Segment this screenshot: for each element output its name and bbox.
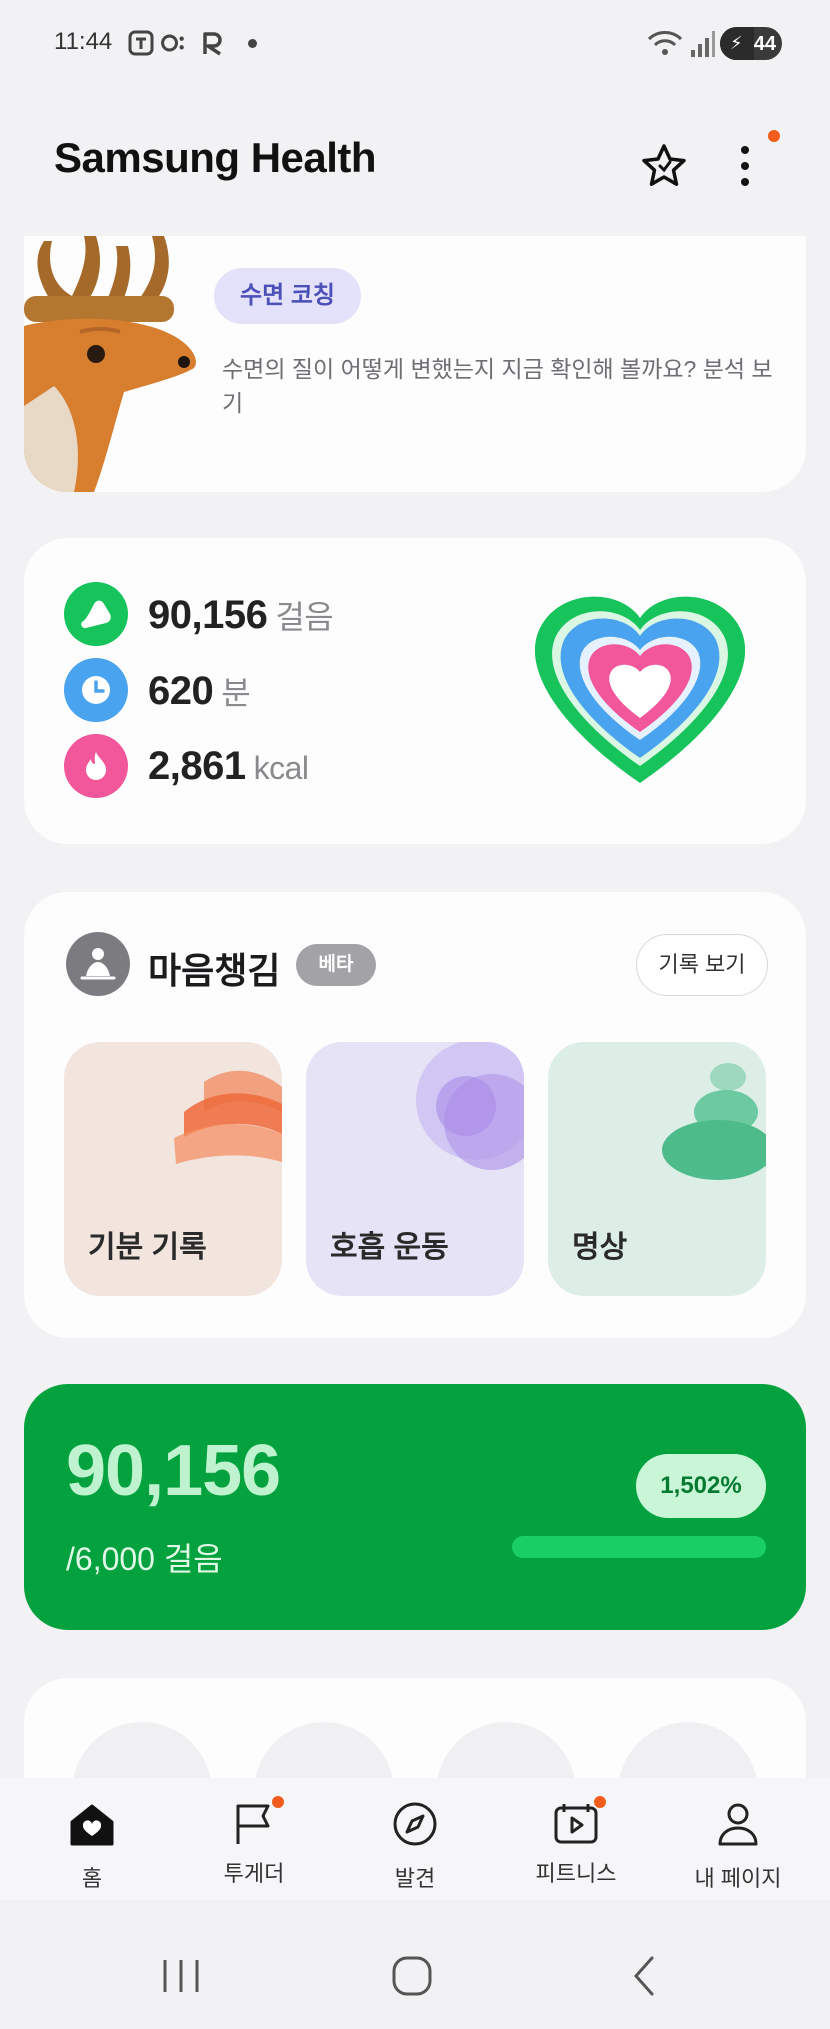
sleep-coaching-card[interactable]: 수면 코칭 수면의 질이 어떻게 변했는지 지금 확인해 볼까요? 분석 보기 <box>24 236 806 492</box>
mood-log-tile[interactable]: 기분 기록 <box>64 1042 282 1296</box>
nav-fitness-label: 피트니스 <box>535 1861 617 1886</box>
meditation-label: 명상 <box>572 1231 628 1264</box>
sleep-coaching-pill: 수면 코칭 <box>214 268 361 324</box>
deer-illustration <box>24 236 196 492</box>
notification-dot <box>248 39 257 48</box>
signal-icon <box>691 31 715 57</box>
mood-log-label: 기분 기록 <box>88 1231 207 1264</box>
star-icon[interactable] <box>636 138 692 194</box>
shortcut-more[interactable] <box>618 1722 758 1778</box>
together-badge <box>272 1796 284 1808</box>
r-icon <box>203 32 222 56</box>
beta-badge: 베타 <box>296 944 376 986</box>
nav-my-page[interactable]: 내 페이지 <box>658 1796 818 1896</box>
activity-card[interactable]: 90,156 걸음 620 분 2,861 kcal <box>24 538 806 844</box>
steps-value: 90,156 <box>148 593 268 637</box>
fitness-badge <box>594 1796 606 1808</box>
battery-level: 44 <box>753 33 776 55</box>
mindfulness-title: 마음챙김 <box>148 950 281 991</box>
system-navigation <box>0 1900 830 2029</box>
nav-home-label: 홈 <box>81 1866 103 1891</box>
recents-icon[interactable] <box>156 1954 206 1998</box>
meditation-tile[interactable]: 명상 <box>548 1042 766 1296</box>
compass-icon <box>393 1802 437 1846</box>
minutes-value: 620 <box>148 669 214 713</box>
shortcut-running[interactable] <box>254 1722 394 1778</box>
breathing-label: 호흡 운동 <box>330 1231 449 1264</box>
status-bar: 11:44 ⚡ 44 <box>0 0 830 86</box>
home-icon[interactable] <box>390 1954 436 1998</box>
steps-percent-badge: 1,502% <box>636 1454 766 1518</box>
status-time: 11:44 <box>54 28 113 55</box>
more-icon[interactable] <box>722 138 768 194</box>
nav-discover[interactable]: 발견 <box>335 1796 495 1896</box>
sleep-coaching-message: 수면의 질이 어떻게 변했는지 지금 확인해 볼까요? 분석 보기 <box>222 356 773 416</box>
o-icon <box>161 34 184 52</box>
calories-unit: kcal <box>253 750 309 786</box>
flame-icon <box>64 734 128 798</box>
steps-goal: /6,000 걸음 <box>66 1541 223 1577</box>
back-icon[interactable] <box>626 1954 666 1998</box>
person-icon <box>718 1803 758 1846</box>
nav-my-page-label: 내 페이지 <box>694 1866 782 1891</box>
shoe-icon <box>64 582 128 646</box>
nav-discover-label: 발견 <box>394 1866 436 1891</box>
home-heart-icon <box>70 1804 114 1846</box>
steps-count: 90,156 <box>66 1431 281 1511</box>
nav-home[interactable]: 홈 <box>12 1796 172 1896</box>
steps-progress-bar <box>512 1536 766 1558</box>
shortcut-walking[interactable] <box>72 1722 212 1778</box>
wifi-icon <box>647 31 683 55</box>
breathing-tile[interactable]: 호흡 운동 <box>306 1042 524 1296</box>
steps-card[interactable]: 90,156 /6,000 걸음 1,502% <box>24 1384 806 1630</box>
nav-fitness[interactable]: 피트니스 <box>496 1796 656 1896</box>
view-records-button[interactable]: 기록 보기 <box>636 934 768 996</box>
battery-icon: ⚡ 44 <box>720 27 782 60</box>
screen: 11:44 ⚡ 44 Samsung Health 수면 코칭 수면의 질이 어… <box>0 0 830 2029</box>
mindfulness-card: 마음챙김 베타 기록 보기 기분 기록 호흡 운동 명상 <box>24 892 806 1338</box>
clock-icon <box>64 658 128 722</box>
app-title: Samsung Health <box>54 134 377 181</box>
calories-value: 2,861 <box>148 744 246 788</box>
more-badge <box>768 130 780 142</box>
activity-heart-rings-icon <box>534 596 746 783</box>
shortcut-cycling[interactable] <box>436 1722 576 1778</box>
t-icon <box>128 30 154 56</box>
nav-together[interactable]: 투게더 <box>174 1796 334 1896</box>
exercise-shortcuts-card <box>24 1678 806 1778</box>
steps-unit: 걸음 <box>275 599 334 635</box>
meditation-icon <box>66 932 130 996</box>
bottom-navigation: 홈 투게더 발견 피트니스 내 페이지 <box>0 1778 830 1900</box>
nav-together-label: 투게더 <box>223 1861 285 1886</box>
minutes-unit: 분 <box>221 675 251 711</box>
